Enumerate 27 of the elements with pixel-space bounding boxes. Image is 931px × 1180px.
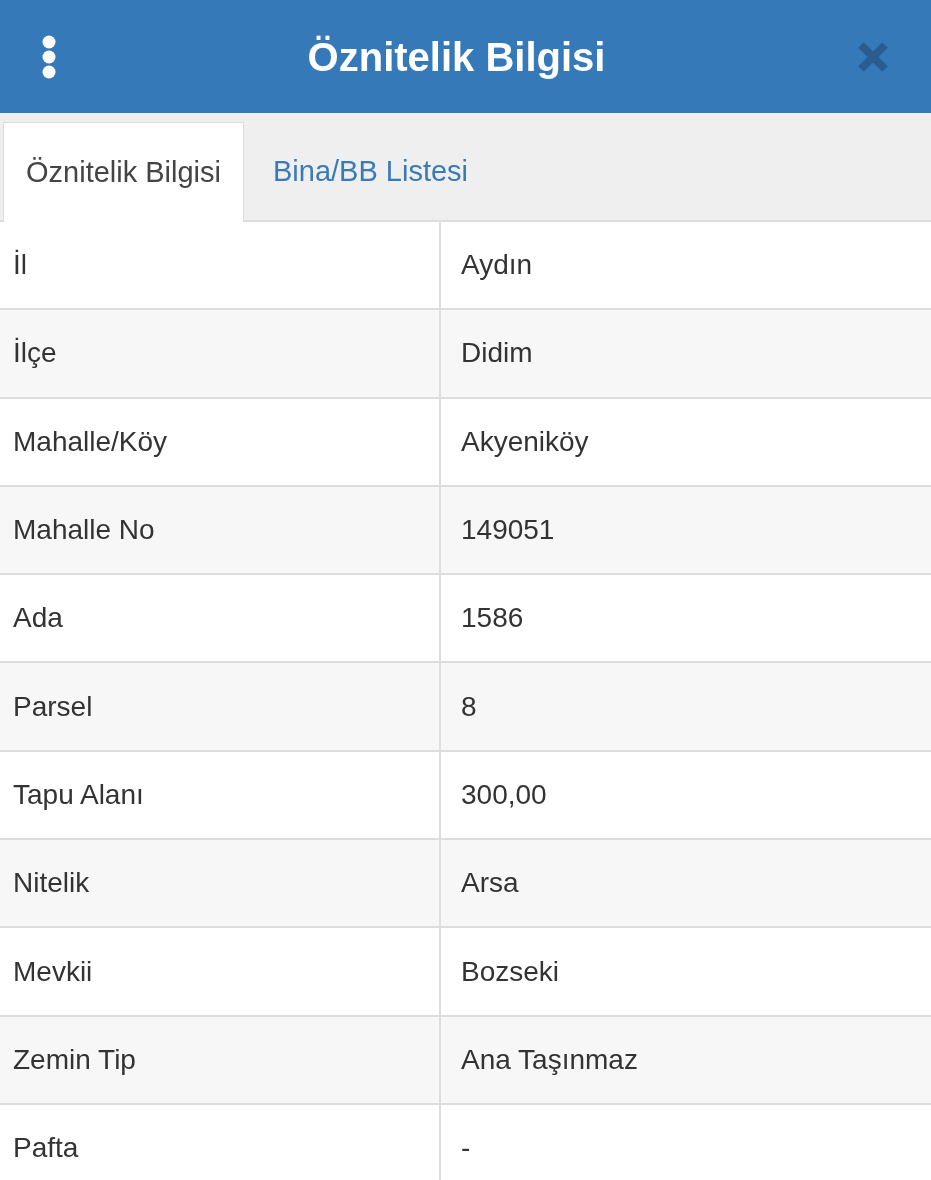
window-title: Öznitelik Bilgisi — [307, 36, 606, 77]
field-value: 149051 — [461, 513, 555, 548]
field-label: Ada — [13, 601, 63, 636]
field-value: Aydın — [461, 248, 533, 283]
field-value: 8 — [461, 689, 477, 724]
menu-icon — [42, 34, 56, 79]
field-value: Ana Taşınmaz — [461, 1042, 638, 1077]
field-value: Bozseki — [461, 954, 560, 989]
field-value: - — [461, 1131, 471, 1166]
field-label: Mevkii — [13, 954, 93, 989]
field-value: 300,00 — [461, 777, 547, 812]
field-value: Akyeniköy — [461, 424, 589, 459]
field-value: Didim — [461, 336, 533, 371]
close-icon — [857, 40, 889, 73]
field-label: Parsel — [13, 689, 93, 724]
field-label: Mahalle/Köy — [13, 424, 168, 459]
field-label: Mahalle No — [13, 513, 155, 548]
field-label: Tapu Alanı — [13, 777, 144, 812]
field-label: İl — [13, 248, 27, 283]
field-value: 1586 — [461, 601, 524, 636]
field-label: Zemin Tip — [13, 1042, 136, 1077]
field-label: İlçe — [13, 336, 57, 371]
field-value: Arsa — [461, 866, 519, 901]
tab[interactable]: Öznitelik Bilgisi — [3, 122, 244, 222]
tab[interactable]: Bina/BB Listesi — [244, 122, 498, 222]
field-label: Pafta — [13, 1131, 79, 1166]
field-label: Nitelik — [13, 866, 90, 901]
